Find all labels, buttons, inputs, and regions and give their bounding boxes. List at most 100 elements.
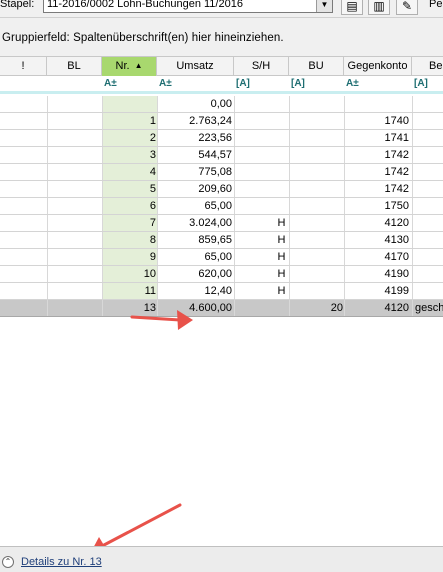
cell-bu[interactable]: [289, 147, 343, 163]
filter-nr[interactable]: A±: [104, 76, 117, 91]
column-header-mark[interactable]: !: [0, 57, 47, 76]
cell-nr[interactable]: [102, 96, 156, 112]
cell-be[interactable]: [415, 96, 443, 112]
table-row[interactable]: 7 3.024,00 H 4120: [0, 215, 443, 232]
group-by-panel[interactable]: Gruppierfeld: Spaltenüberschrift(en) hie…: [0, 18, 443, 56]
print-icon[interactable]: ▥: [368, 0, 390, 15]
cell-be[interactable]: [415, 215, 443, 231]
cell-nr[interactable]: 1: [102, 113, 156, 129]
expand-up-icon[interactable]: ⌃: [2, 556, 14, 568]
cell-gegenkonto[interactable]: 1742: [344, 164, 409, 180]
cell-be[interactable]: [415, 181, 443, 197]
table-row-selected[interactable]: 13 4.600,00 20 4120 gesch: [0, 300, 443, 317]
column-header-bu[interactable]: BU: [289, 57, 344, 76]
table-row[interactable]: 3 544,57 1742: [0, 147, 443, 164]
cell-bu[interactable]: [289, 164, 343, 180]
cell-gegenkonto[interactable]: 1741: [344, 130, 409, 146]
toolbar-extra-label[interactable]: Pe: [429, 0, 442, 10]
column-header-be[interactable]: Be: [412, 57, 443, 76]
cell-gegenkonto[interactable]: 4130: [344, 232, 409, 248]
cell-nr[interactable]: 11: [102, 283, 156, 299]
cell-gegenkonto[interactable]: 1742: [344, 147, 409, 163]
cell-be[interactable]: [415, 113, 443, 129]
column-header-gegenkonto[interactable]: Gegenkonto: [344, 57, 412, 76]
table-row[interactable]: 6 65,00 1750: [0, 198, 443, 215]
cell-bu[interactable]: [289, 198, 343, 214]
column-header-nr[interactable]: Nr. ▲: [102, 57, 157, 76]
cell-be[interactable]: [415, 249, 443, 265]
pencil-icon[interactable]: ✎: [396, 0, 418, 15]
cell-gegenkonto[interactable]: 1742: [344, 181, 409, 197]
cell-be[interactable]: [415, 130, 443, 146]
cell-nr[interactable]: 2: [102, 130, 156, 146]
cell-bu[interactable]: [289, 266, 343, 282]
table-row[interactable]: 8 859,65 H 4130: [0, 232, 443, 249]
table-row[interactable]: 0,00: [0, 96, 443, 113]
cell-nr[interactable]: 13: [102, 300, 156, 316]
cell-gegenkonto[interactable]: 4120: [344, 300, 409, 316]
stapel-select[interactable]: 11-2016/0002 Lohn-Buchungen 11/2016 ▼: [43, 0, 333, 13]
filter-sh[interactable]: [A]: [236, 76, 250, 91]
cell-gegenkonto[interactable]: [344, 96, 409, 112]
cell-nr[interactable]: 10: [102, 266, 156, 282]
cell-umsatz[interactable]: 3.024,00: [157, 215, 232, 231]
cell-bu[interactable]: [289, 130, 343, 146]
cell-nr[interactable]: 6: [102, 198, 156, 214]
filter-umsatz[interactable]: A±: [159, 76, 172, 91]
cell-nr[interactable]: 9: [102, 249, 156, 265]
column-header-umsatz[interactable]: Umsatz: [157, 57, 234, 76]
cell-bu[interactable]: 20: [289, 300, 343, 316]
column-header-bl[interactable]: BL: [47, 57, 102, 76]
cell-bu[interactable]: [289, 232, 343, 248]
cell-gegenkonto[interactable]: 4190: [344, 266, 409, 282]
cell-umsatz[interactable]: 775,08: [157, 164, 232, 180]
cell-umsatz[interactable]: 544,57: [157, 147, 232, 163]
filter-be[interactable]: [A]: [414, 76, 428, 91]
cell-nr[interactable]: 7: [102, 215, 156, 231]
table-row[interactable]: 9 65,00 H 4170: [0, 249, 443, 266]
table-row[interactable]: 5 209,60 1742: [0, 181, 443, 198]
cell-be[interactable]: [415, 198, 443, 214]
cell-bu[interactable]: [289, 249, 343, 265]
cell-gegenkonto[interactable]: 1740: [344, 113, 409, 129]
cell-nr[interactable]: 4: [102, 164, 156, 180]
cell-bu[interactable]: [289, 181, 343, 197]
filter-gegenkonto[interactable]: A±: [346, 76, 359, 91]
cell-be[interactable]: [415, 147, 443, 163]
details-link[interactable]: Details zu Nr. 13: [21, 556, 102, 568]
cell-gegenkonto[interactable]: 4199: [344, 283, 409, 299]
cell-umsatz[interactable]: 65,00: [157, 249, 232, 265]
cell-bu[interactable]: [289, 215, 343, 231]
cell-nr[interactable]: 8: [102, 232, 156, 248]
cell-be[interactable]: [415, 232, 443, 248]
cell-bu[interactable]: [289, 113, 343, 129]
cell-gegenkonto[interactable]: 4120: [344, 215, 409, 231]
cell-bu[interactable]: [289, 96, 343, 112]
cell-gegenkonto[interactable]: 4170: [344, 249, 409, 265]
cell-umsatz[interactable]: 0,00: [157, 96, 232, 112]
table-row[interactable]: 10 620,00 H 4190: [0, 266, 443, 283]
table-row[interactable]: 1 2.763,24 1740: [0, 113, 443, 130]
chevron-down-icon[interactable]: ▼: [316, 0, 332, 12]
table-row[interactable]: 4 775,08 1742: [0, 164, 443, 181]
cell-umsatz[interactable]: 209,60: [157, 181, 232, 197]
cell-umsatz[interactable]: 223,56: [157, 130, 232, 146]
cell-umsatz[interactable]: 4.600,00: [157, 300, 232, 316]
document-icon[interactable]: ▤: [341, 0, 363, 15]
cell-be[interactable]: [415, 266, 443, 282]
cell-umsatz[interactable]: 12,40: [157, 283, 232, 299]
cell-be[interactable]: [415, 283, 443, 299]
cell-gegenkonto[interactable]: 1750: [344, 198, 409, 214]
table-row[interactable]: 2 223,56 1741: [0, 130, 443, 147]
cell-umsatz[interactable]: 620,00: [157, 266, 232, 282]
column-header-sh[interactable]: S/H: [234, 57, 289, 76]
cell-bu[interactable]: [289, 283, 343, 299]
cell-nr[interactable]: 3: [102, 147, 156, 163]
cell-umsatz[interactable]: 859,65: [157, 232, 232, 248]
cell-nr[interactable]: 5: [102, 181, 156, 197]
filter-bu[interactable]: [A]: [291, 76, 305, 91]
cell-be[interactable]: gesch: [415, 300, 443, 316]
table-row[interactable]: 11 12,40 H 4199: [0, 283, 443, 300]
cell-be[interactable]: [415, 164, 443, 180]
cell-umsatz[interactable]: 65,00: [157, 198, 232, 214]
